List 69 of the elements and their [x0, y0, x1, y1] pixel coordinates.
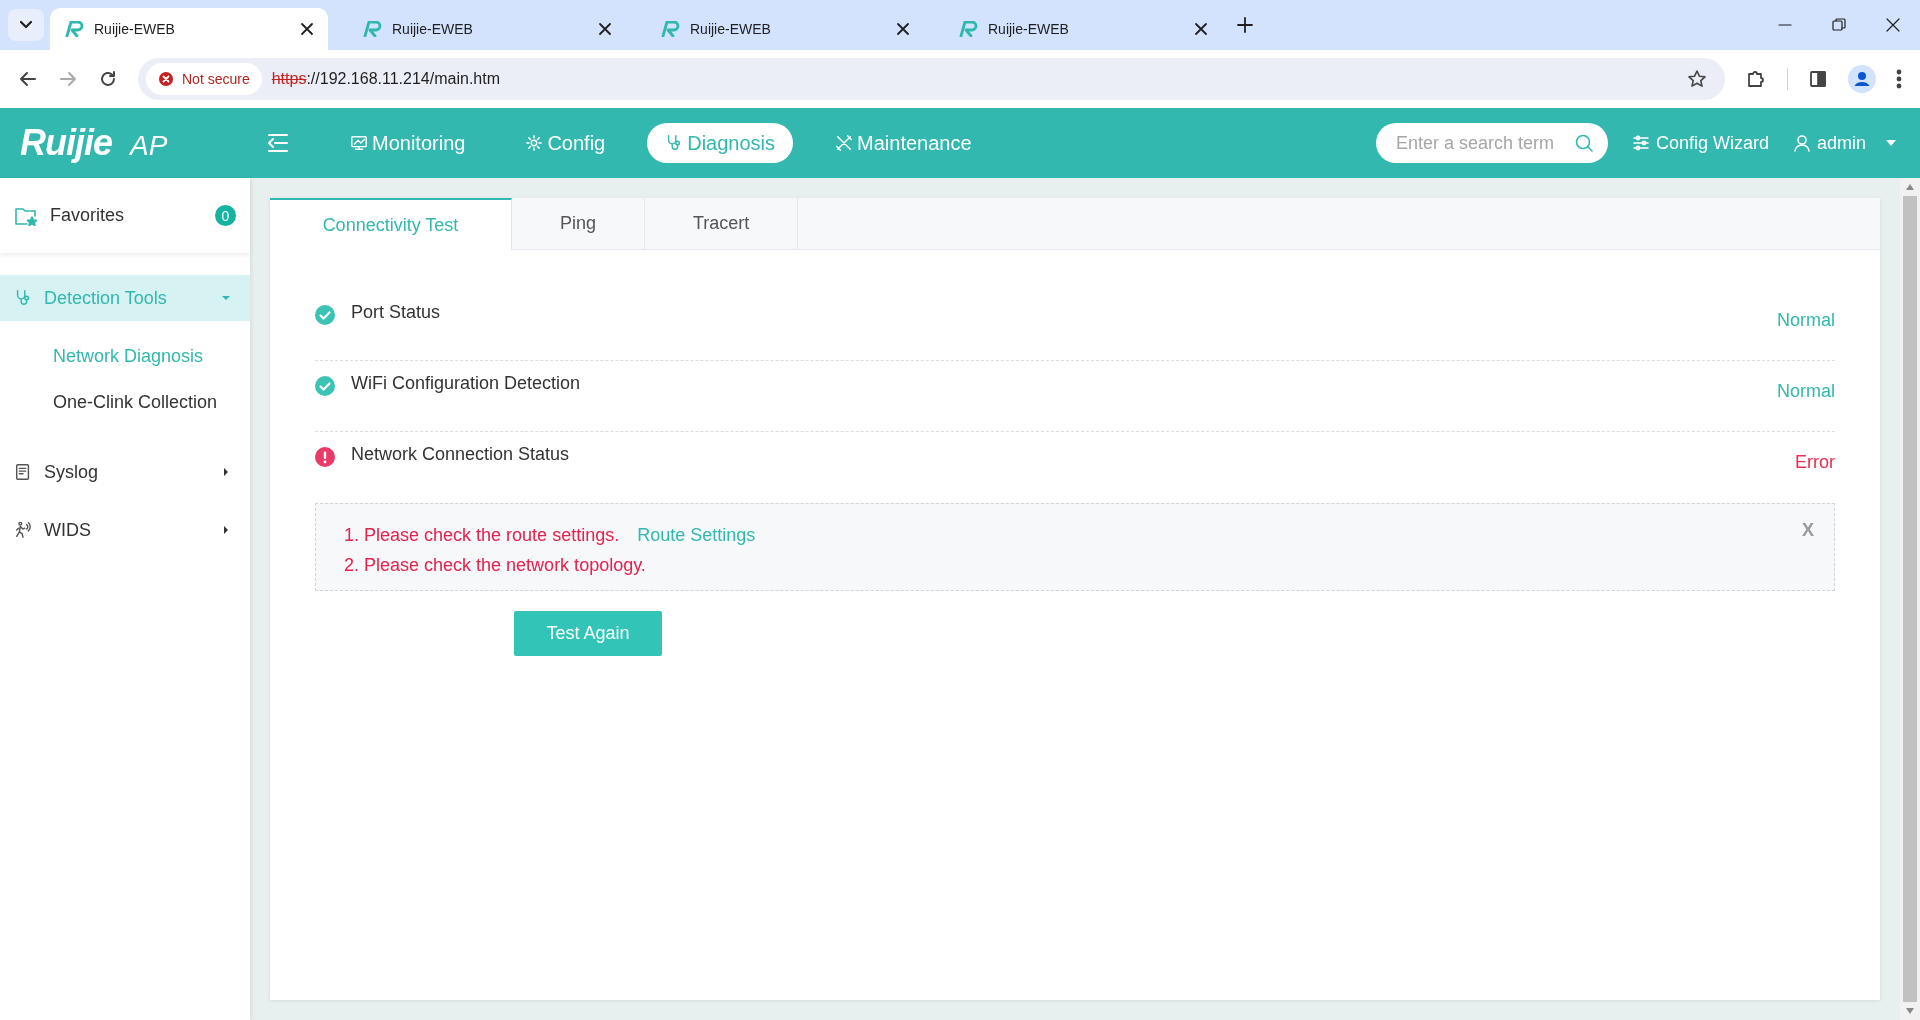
check-result: Error — [1795, 452, 1835, 473]
address-bar[interactable]: Not secure https://192.168.11.214/main.htm — [138, 58, 1725, 100]
r-logo-icon — [64, 21, 84, 37]
tab[interactable]: Ping — [512, 198, 646, 249]
walking-person-icon — [14, 521, 32, 539]
error-icon — [158, 71, 174, 87]
browser-tab[interactable]: Ruijie-EWEB — [646, 8, 924, 50]
side-panel-icon[interactable] — [1808, 69, 1828, 89]
close-icon[interactable] — [896, 22, 910, 36]
scrollbar[interactable] — [1900, 178, 1920, 1020]
sliders-icon — [1631, 134, 1650, 152]
r-logo-icon — [362, 21, 382, 37]
check-name: Network Connection Status — [351, 444, 570, 465]
settings-icon — [525, 134, 544, 152]
tab-title: Ruijie-EWEB — [392, 21, 474, 37]
url-text: https://192.168.11.214/main.htm — [271, 70, 500, 88]
search-icon — [1573, 133, 1594, 153]
browser-tab[interactable]: Ruijie-EWEB — [348, 8, 626, 50]
user-icon — [1792, 134, 1811, 152]
error-message: 2. Please check the network topology. — [344, 554, 646, 577]
sidebar-item[interactable]: WIDS — [0, 507, 250, 553]
browser-tab[interactable]: Ruijie-EWEB — [944, 8, 1222, 50]
check-result: Normal — [1777, 381, 1835, 402]
stethoscope-icon — [14, 289, 32, 307]
browser-tab[interactable]: Ruijie-EWEB — [50, 8, 328, 50]
log-icon — [14, 463, 32, 481]
r-logo-icon — [958, 21, 978, 37]
dropdown-icon[interactable] — [8, 9, 44, 41]
security-label: Not secure — [182, 71, 250, 87]
back-icon[interactable] — [18, 69, 38, 89]
folder-star-icon — [14, 205, 38, 226]
tab[interactable]: Tracert — [645, 198, 799, 249]
new-tab-icon[interactable] — [1236, 16, 1254, 34]
check-name: WiFi Configuration Detection — [351, 373, 581, 394]
close-icon[interactable] — [1885, 17, 1901, 33]
close-icon[interactable] — [598, 22, 612, 36]
puzzle-icon[interactable] — [1745, 68, 1767, 90]
scroll-thumb[interactable] — [1903, 196, 1917, 1002]
restore-icon[interactable] — [1831, 17, 1847, 33]
favorites-item[interactable]: Favorites 0 — [0, 178, 250, 253]
search-field[interactable]: Enter a search term — [1375, 123, 1608, 163]
product-label: AP — [130, 130, 168, 162]
count-badge: 0 — [215, 205, 236, 226]
caret-icon — [1886, 140, 1896, 146]
close-icon[interactable] — [1194, 22, 1208, 36]
profile-icon[interactable] — [1848, 65, 1876, 93]
favorites-label: Favorites — [50, 205, 125, 226]
scroll-down-icon — [1906, 1008, 1914, 1014]
check-name: Port Status — [351, 302, 441, 323]
tab-title: Ruijie-EWEB — [988, 21, 1070, 37]
scroll-up-icon — [1906, 184, 1914, 190]
monitor-icon — [350, 134, 368, 152]
caret-icon — [222, 468, 230, 476]
more-icon[interactable] — [1896, 69, 1902, 89]
check-result: Normal — [1777, 310, 1835, 331]
reload-icon[interactable] — [98, 69, 118, 89]
caret-icon — [222, 526, 230, 534]
close-icon[interactable] — [300, 22, 314, 36]
tools-icon — [835, 134, 854, 152]
star-icon[interactable] — [1687, 69, 1707, 89]
error-message: 1. Please check the route settings. — [344, 524, 620, 547]
submenu-item[interactable]: One-Clink Collection — [0, 379, 250, 425]
logo: Ruijie — [20, 122, 112, 164]
tab-title: Ruijie-EWEB — [690, 21, 772, 37]
r-logo-icon — [660, 21, 680, 37]
tab-title: Ruijie-EWEB — [94, 21, 176, 37]
caret-icon — [222, 294, 230, 302]
security-chip[interactable]: Not secure — [146, 63, 262, 95]
sidebar-item[interactable]: Syslog — [0, 449, 250, 495]
